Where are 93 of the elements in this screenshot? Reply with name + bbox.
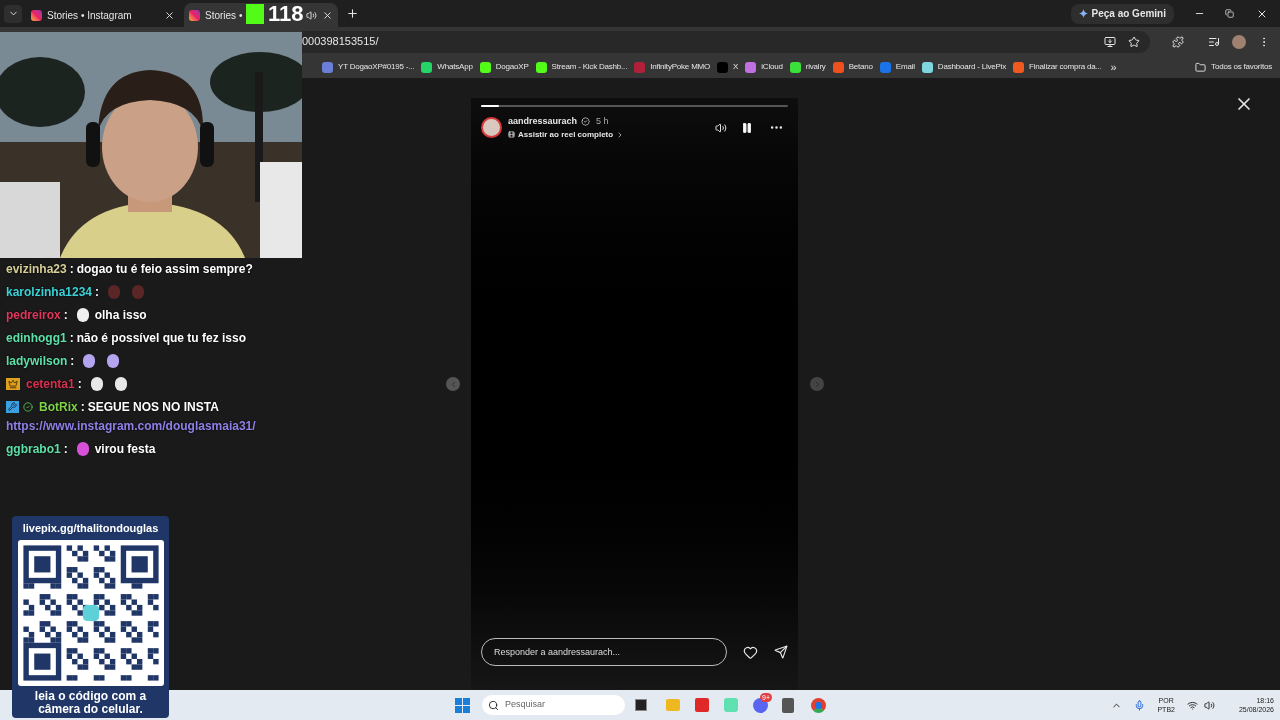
- folder-icon: [1195, 61, 1207, 73]
- taskbar-search-field[interactable]: Pesquisar: [482, 695, 625, 715]
- instagram-favicon-icon: [189, 9, 200, 21]
- pause-icon[interactable]: [741, 121, 753, 134]
- bookmark[interactable]: InfinityPoke MMO: [634, 61, 711, 73]
- bookmark-label: rivalry: [805, 61, 826, 73]
- bookmark-label: iCloud: [761, 61, 783, 73]
- chat-username: edinhogg1: [6, 329, 67, 347]
- all-bookmarks[interactable]: Todos os favoritos: [1195, 61, 1272, 73]
- chat-username: ggbrabo1: [6, 440, 61, 458]
- bookmark[interactable]: rivalry: [789, 61, 826, 73]
- bookmark-label: Betano: [848, 61, 873, 73]
- install-icon[interactable]: [1104, 35, 1116, 48]
- story-username[interactable]: aandressaurach: [508, 115, 578, 129]
- network-icon[interactable]: [1186, 699, 1198, 711]
- bookmark[interactable]: DogaoXP: [479, 61, 529, 73]
- microphone-icon[interactable]: [1134, 699, 1146, 711]
- volume-icon[interactable]: [1203, 699, 1215, 711]
- bookmark-label: Stream - Kick Dashb...: [551, 61, 628, 73]
- chat-username: evizinha23: [6, 260, 67, 278]
- bookmark-label: X: [733, 61, 739, 73]
- close-tab-icon[interactable]: [322, 9, 333, 21]
- bookmark-label: DogaoXP: [495, 61, 529, 73]
- viewer-count: 118: [268, 3, 304, 25]
- chat-message: não é possível que tu fez isso: [76, 329, 247, 347]
- qr-caption: leia o código com a câmera do celular.: [33, 689, 148, 716]
- bookmark[interactable]: WhatsApp: [421, 61, 473, 73]
- close-tab-icon[interactable]: [164, 9, 175, 21]
- bookmark-label: Dashboard - LivePix: [937, 61, 1007, 73]
- bookmark-label: InfinityPoke MMO: [650, 61, 711, 73]
- bookmark-label: Email: [895, 61, 915, 73]
- search-placeholder: Pesquisar: [505, 698, 546, 712]
- bookmark[interactable]: Dashboard - LivePix: [921, 61, 1007, 73]
- address-bar[interactable]: 000398153515/: [302, 30, 1150, 53]
- search-icon: [488, 699, 499, 711]
- chat-colon: :: [69, 260, 74, 278]
- qr-code-icon: [17, 539, 164, 686]
- windows-start-icon[interactable]: [455, 697, 470, 713]
- instagram-favicon-icon: [31, 9, 42, 21]
- browser-tab[interactable]: Stories • Instagram: [26, 3, 180, 27]
- bookmark[interactable]: Stream - Kick Dashb...: [535, 61, 628, 73]
- chat-colon: :: [63, 440, 68, 458]
- bookmark[interactable]: Finalizar compra da...: [1013, 61, 1102, 73]
- send-icon[interactable]: [774, 645, 788, 659]
- story-age: 5 h: [596, 115, 609, 128]
- browser-app-icon[interactable]: [811, 697, 826, 713]
- bookmark[interactable]: Betano: [832, 61, 873, 73]
- heart-icon[interactable]: [743, 644, 759, 660]
- avatar[interactable]: [481, 117, 502, 139]
- bookmark[interactable]: iCloud: [745, 61, 783, 73]
- chat-colon: :: [70, 352, 75, 370]
- bookmark-label: Finalizar compra da...: [1029, 61, 1102, 73]
- chat-message: olha isso: [94, 306, 147, 324]
- bookmark-label: YT DogaoXP#0195 -...: [338, 61, 415, 73]
- chat-message: SEGUE NOS NO INSTA: [87, 398, 219, 416]
- chat-colon: :: [63, 306, 68, 324]
- speaker-icon[interactable]: [306, 9, 317, 21]
- bookmark-star-icon[interactable]: [1128, 35, 1140, 48]
- gemini-button[interactable]: Peça ao Gemini: [1070, 3, 1174, 24]
- tab-title: Stories • Instagram: [47, 8, 132, 23]
- chat-username: karolzinha1234: [6, 283, 93, 301]
- new-tab-icon[interactable]: [346, 7, 359, 20]
- speaker-icon[interactable]: [715, 121, 727, 134]
- bookmark-label: WhatsApp: [437, 61, 473, 73]
- chat-message: dogao tu é feio assim sempre?: [76, 260, 253, 278]
- all-bookmarks-label: Todos os favoritos: [1211, 61, 1272, 73]
- more-bookmarks[interactable]: »: [1110, 58, 1117, 76]
- chat-colon: :: [77, 375, 82, 393]
- bookmark[interactable]: Email: [879, 61, 915, 73]
- verified-badge-icon: [23, 401, 33, 412]
- url-text: 000398153515/: [302, 34, 380, 50]
- bookmark[interactable]: YT DogaoXP#0195 -...: [322, 61, 415, 73]
- reply-field[interactable]: Responder a aandressaurach...: [481, 638, 728, 666]
- media-controls-icon[interactable]: [1208, 35, 1220, 48]
- tab-title: Stories •: [205, 8, 243, 23]
- extensions-icon[interactable]: [1172, 35, 1184, 48]
- chat-username: ladywilson: [6, 352, 68, 370]
- chat-username: BotRix: [39, 398, 78, 416]
- chat-username: pedreirox: [6, 306, 61, 324]
- chat-message: virou festa: [94, 440, 156, 458]
- chat-link[interactable]: https://www.instagram.com/douglasmaia31/: [6, 417, 306, 434]
- chat-colon: :: [95, 283, 100, 301]
- restore-icon[interactable]: [1225, 9, 1234, 18]
- chat-colon: :: [80, 398, 85, 416]
- task-view-icon[interactable]: [635, 699, 647, 711]
- tab-list-button[interactable]: [4, 4, 22, 23]
- bookmark[interactable]: X: [717, 61, 739, 73]
- reel-link[interactable]: Assistir ao reel completo: [508, 128, 709, 141]
- chat-colon: :: [69, 329, 74, 347]
- chat-username: cetenta1: [26, 375, 75, 393]
- sparkle-icon: [1078, 9, 1088, 18]
- qr-url: livepix.gg/thalitondouglas: [22, 521, 159, 536]
- profile-avatar[interactable]: [1232, 34, 1246, 49]
